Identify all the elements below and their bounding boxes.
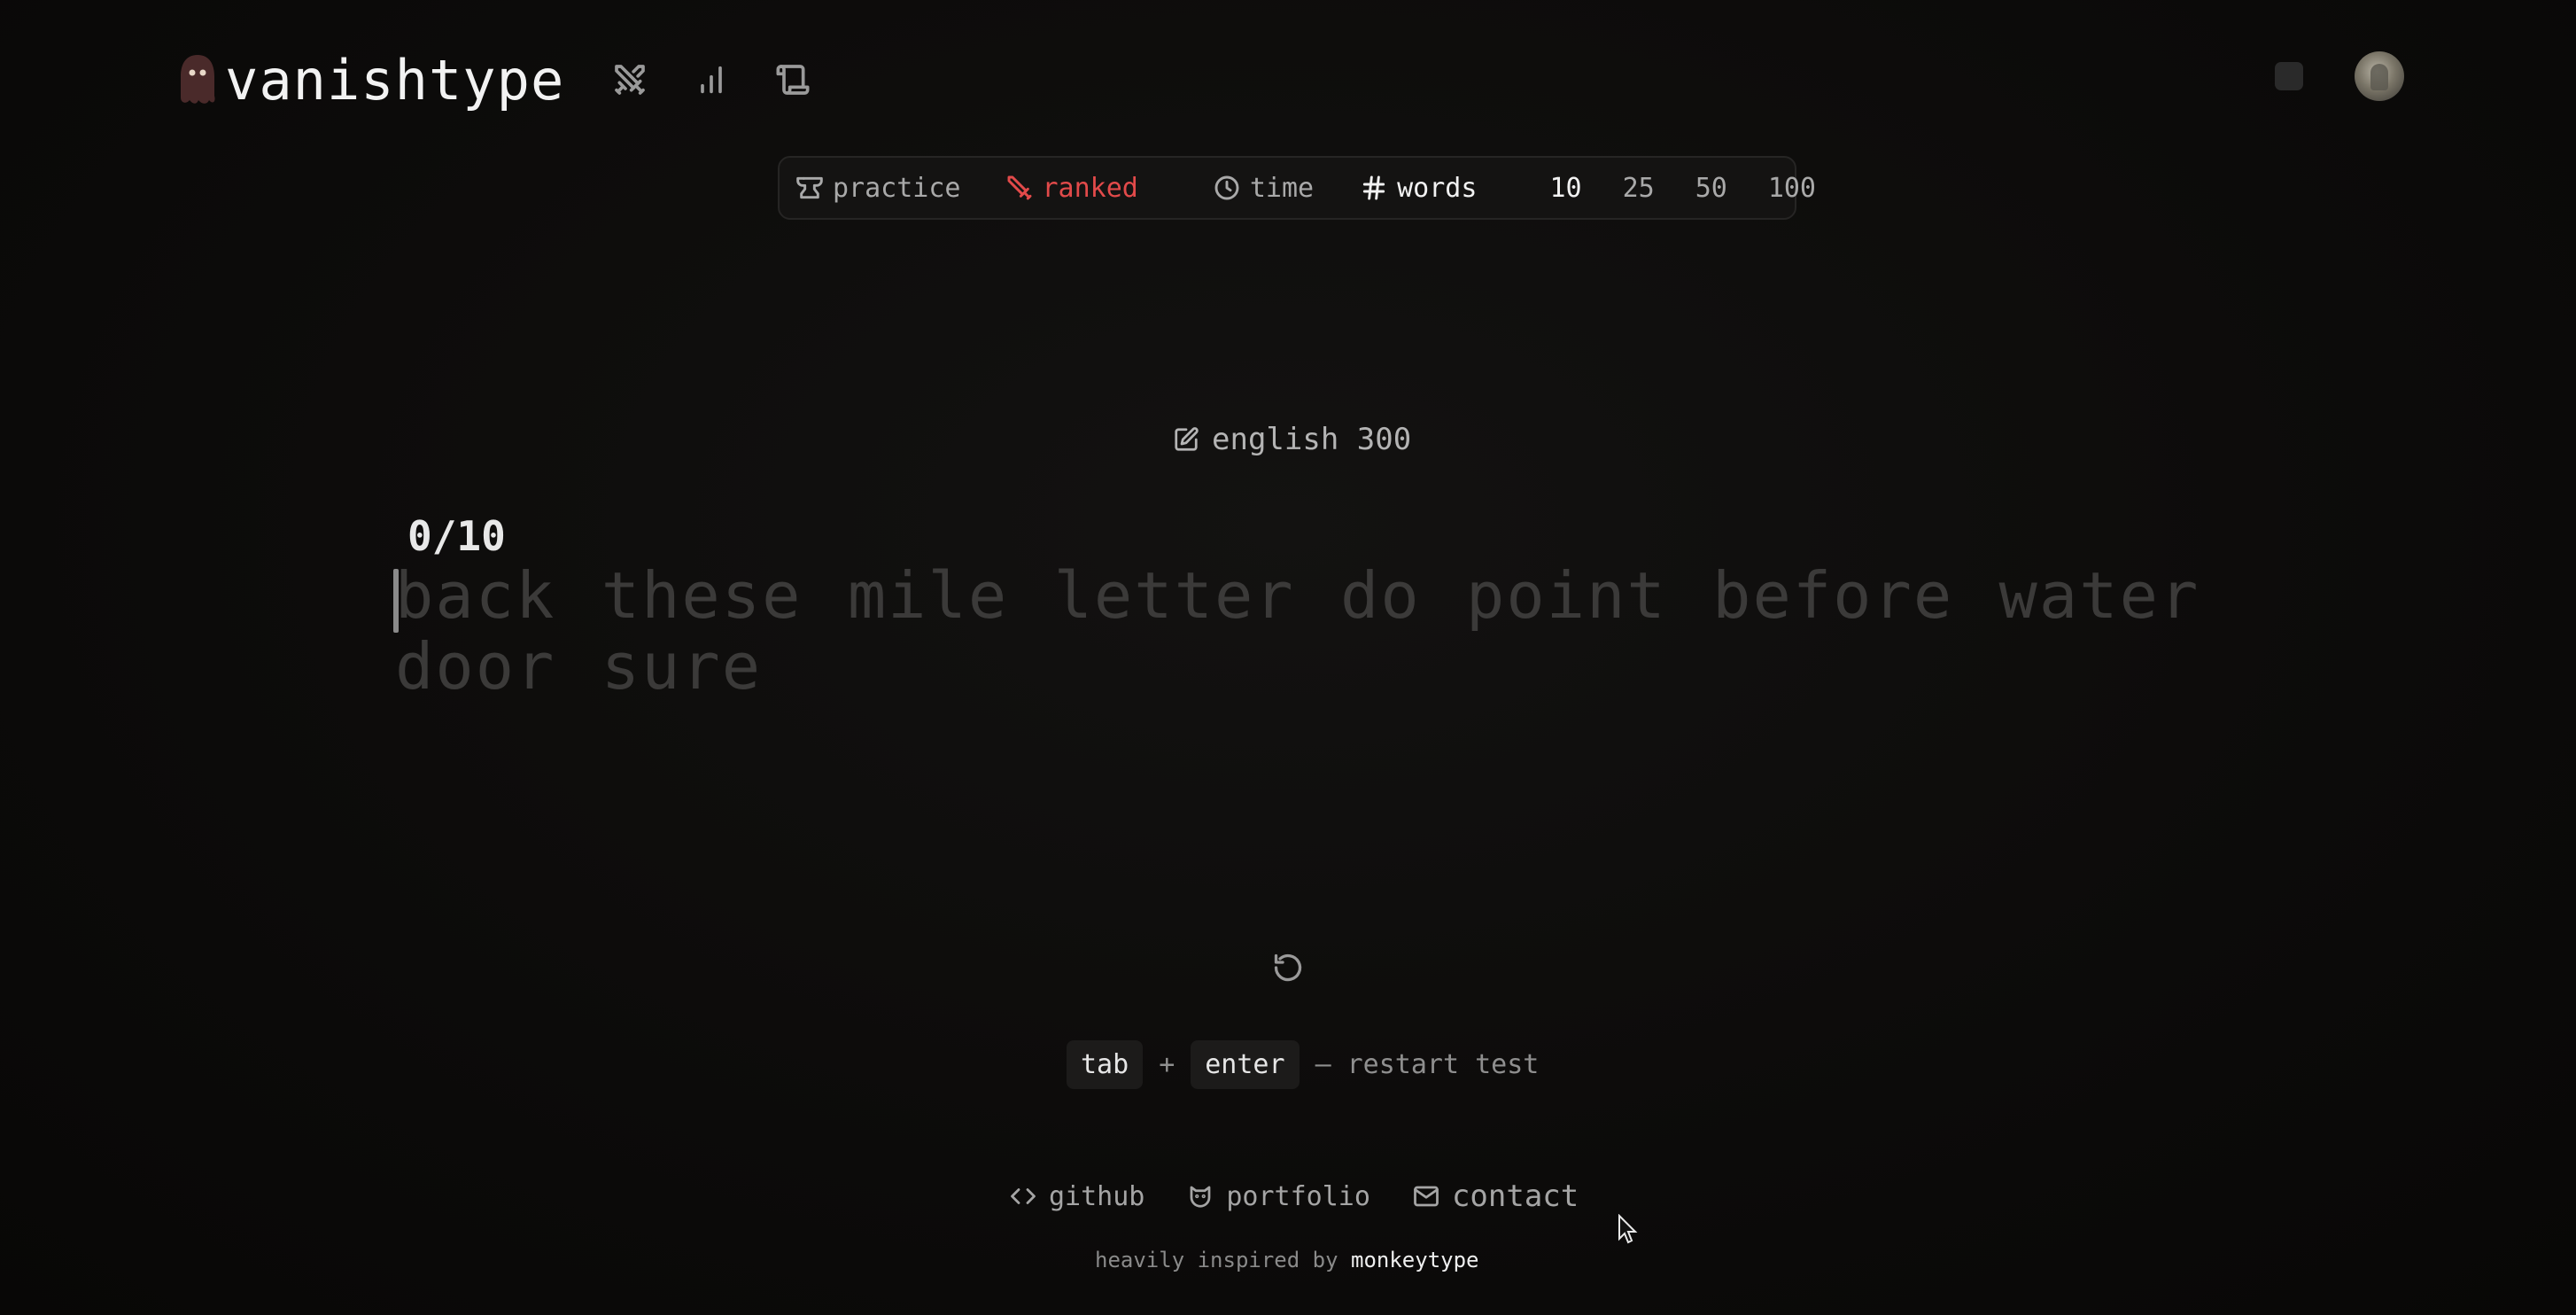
footer-links: github portfolio contact: [1010, 1179, 1579, 1214]
brand-title[interactable]: vanishtype: [225, 48, 564, 113]
restart-shortcut-hint: tab + enter – restart test: [1067, 1040, 1539, 1089]
enter-key: enter: [1191, 1040, 1300, 1089]
contact-link[interactable]: contact: [1413, 1179, 1579, 1214]
header: vanishtype: [177, 44, 814, 115]
words-label: words: [1397, 172, 1478, 204]
practice-mode-button[interactable]: practice: [795, 173, 961, 204]
count-100-button[interactable]: 100: [1768, 173, 1816, 204]
count-10-button[interactable]: 10: [1549, 173, 1581, 204]
portfolio-link[interactable]: portfolio: [1187, 1181, 1370, 1212]
plus-sign: +: [1159, 1049, 1175, 1080]
hash-icon: [1362, 175, 1385, 200]
count-25-button[interactable]: 25: [1623, 173, 1655, 204]
anvil-icon: [796, 176, 823, 199]
credit-line: heavily inspired by monkeytype: [1095, 1248, 1479, 1272]
ghost-logo-icon[interactable]: [177, 53, 218, 106]
time-label: time: [1249, 172, 1315, 204]
restart-icon[interactable]: [1272, 952, 1304, 984]
sword-icon: [1007, 175, 1031, 200]
nav-icons: [609, 58, 814, 101]
avatar[interactable]: [2355, 51, 2404, 101]
hint-dash: –: [1315, 1049, 1331, 1080]
time-mode-button[interactable]: time: [1213, 173, 1314, 204]
edit-icon: [1175, 427, 1199, 451]
count-50-button[interactable]: 50: [1695, 173, 1727, 204]
github-link[interactable]: github: [1010, 1181, 1144, 1212]
swords-icon[interactable]: [609, 58, 651, 101]
monkeytype-link[interactable]: monkeytype: [1351, 1248, 1479, 1272]
theme-toggle-button[interactable]: [2275, 62, 2303, 90]
words-mode-button[interactable]: words: [1360, 173, 1477, 204]
ranked-label: ranked: [1042, 172, 1138, 204]
practice-label: practice: [833, 172, 961, 204]
mode-bar: practice ranked time words 10 25 50 100: [778, 156, 1816, 220]
clock-icon: [1214, 175, 1239, 200]
cat-icon: [1191, 1186, 1211, 1208]
word-counter: 0/10: [407, 512, 506, 560]
language-label: english 300: [1212, 422, 1412, 457]
language-selector[interactable]: english 300: [1173, 422, 1411, 457]
mail-icon: [1414, 1186, 1439, 1207]
bar-chart-icon[interactable]: [690, 58, 733, 101]
tab-key: tab: [1067, 1040, 1144, 1089]
hint-label: restart test: [1346, 1049, 1540, 1080]
mouse-pointer-icon: [1618, 1214, 1638, 1244]
ranked-mode-button[interactable]: ranked: [1005, 173, 1138, 204]
scroll-icon[interactable]: [772, 58, 814, 101]
header-right-controls: [2275, 51, 2404, 101]
code-icon: [1011, 1188, 1036, 1204]
words-to-type[interactable]: back these mile letter do point before w…: [395, 560, 2238, 702]
